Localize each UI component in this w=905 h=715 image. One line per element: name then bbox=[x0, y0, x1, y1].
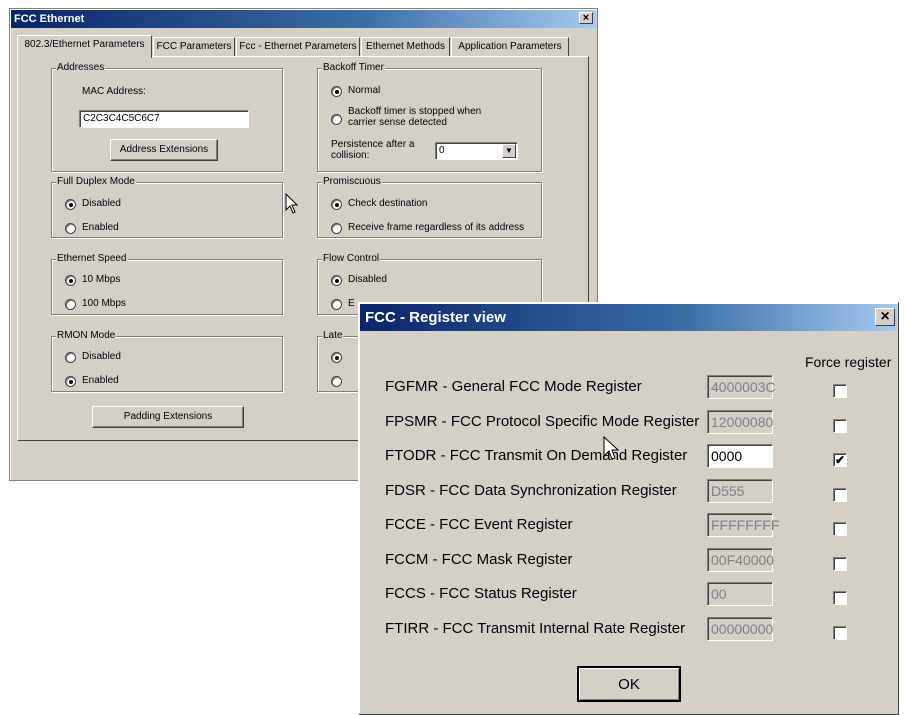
button-label: Address Extensions bbox=[119, 144, 209, 155]
tab-label: Ethernet Methods bbox=[366, 41, 445, 52]
mac-address-label: MAC Address: bbox=[82, 86, 146, 97]
register-label: FCCM - FCC Mask Register bbox=[385, 550, 573, 568]
promiscuous-receive-radio[interactable] bbox=[331, 223, 342, 234]
register-view-dialog: FCC - Register view × Force register FGF… bbox=[358, 302, 899, 715]
backoff-stopped-radio[interactable] bbox=[331, 114, 342, 125]
register-value-field[interactable]: 00 bbox=[707, 582, 773, 606]
tab-application-parameters[interactable]: Application Parameters bbox=[451, 37, 569, 57]
dialog-titlebar: FCC - Register view bbox=[360, 304, 897, 331]
group-label: RMON Mode bbox=[56, 330, 117, 342]
speed-10-radio[interactable] bbox=[65, 275, 76, 286]
register-label: FCCS - FCC Status Register bbox=[385, 585, 577, 602]
register-label: FPSMR - FCC Protocol Specific Mode Regis… bbox=[385, 412, 700, 430]
radio-label: Enabled bbox=[82, 375, 119, 386]
ok-button[interactable]: OK bbox=[577, 666, 681, 702]
force-register-checkbox[interactable] bbox=[833, 591, 847, 605]
register-value-field[interactable]: D555 bbox=[707, 478, 773, 503]
button-label: Padding Extensions bbox=[123, 411, 213, 422]
group-label: Ethernet Speed bbox=[56, 253, 128, 265]
radio-label: 10 Mbps bbox=[82, 274, 121, 285]
radio-label: 100 Mbps bbox=[82, 298, 126, 309]
radio-label: Disabled bbox=[82, 351, 121, 362]
radio-label: Disabled bbox=[82, 198, 121, 209]
group-label: Flow Control bbox=[322, 253, 381, 265]
ethernet-speed-group: Ethernet Speed 10 Mbps 100 Mbps bbox=[51, 253, 283, 315]
backoff-timer-group: Backoff Timer Normal Backoff timer is st… bbox=[317, 62, 542, 172]
persistence-label-line2: collision: bbox=[331, 150, 370, 161]
register-label: FTODR - FCC Transmit On Demand Register bbox=[385, 447, 688, 464]
persistence-select[interactable]: 0 ▼ bbox=[435, 142, 518, 160]
group-label: Addresses bbox=[56, 62, 106, 74]
group-label: Promiscuous bbox=[322, 176, 382, 188]
force-register-checkbox[interactable] bbox=[833, 522, 847, 536]
radio-label-line2: carrier sense detected bbox=[348, 117, 447, 128]
tab-fcc-parameters[interactable]: FCC Parameters bbox=[153, 37, 235, 57]
late-option2-radio[interactable] bbox=[331, 376, 342, 387]
padding-extensions-button[interactable]: Padding Extensions bbox=[92, 406, 244, 428]
group-label: Full Duplex Mode bbox=[56, 176, 136, 188]
force-register-checkbox[interactable] bbox=[833, 625, 847, 640]
tab-ethernet-parameters[interactable]: 802.3/Ethernet Parameters bbox=[17, 35, 152, 58]
full-duplex-group: Full Duplex Mode Disabled Enabled bbox=[51, 176, 283, 238]
register-value-field[interactable]: 00F40000 bbox=[707, 547, 774, 572]
register-value-field[interactable]: 12000080 bbox=[707, 409, 773, 434]
flow-control-enabled-radio[interactable] bbox=[331, 299, 342, 310]
register-label: FGFMR - General FCC Mode Register bbox=[385, 378, 642, 395]
flow-control-disabled-radio[interactable] bbox=[331, 275, 342, 286]
tab-fcc-ethernet-parameters[interactable]: Fcc - Ethernet Parameters bbox=[236, 37, 360, 57]
address-extensions-button[interactable]: Address Extensions bbox=[110, 139, 218, 161]
tab-label: Fcc - Ethernet Parameters bbox=[239, 41, 357, 52]
promiscuous-group: Promiscuous Check destination Receive fr… bbox=[317, 176, 542, 238]
late-option1-radio[interactable] bbox=[331, 352, 342, 363]
group-label: Late bbox=[322, 330, 344, 342]
force-register-checkbox[interactable] bbox=[833, 384, 847, 398]
rmon-enabled-radio[interactable] bbox=[65, 376, 76, 387]
mac-address-input[interactable]: C2C3C4C5C6C7 bbox=[79, 110, 249, 128]
force-register-header: Force register bbox=[805, 354, 892, 370]
radio-label: E bbox=[348, 298, 355, 309]
register-value-field[interactable]: FFFFFFFF bbox=[707, 513, 779, 537]
force-register-checkbox[interactable] bbox=[833, 556, 847, 571]
group-label: Backoff Timer bbox=[322, 62, 385, 74]
radio-label: Receive frame regardless of its address bbox=[348, 222, 525, 233]
close-button[interactable]: × bbox=[579, 12, 593, 24]
close-icon: × bbox=[880, 308, 890, 325]
register-value-field[interactable]: 00000000 bbox=[707, 616, 773, 641]
dialog-title: FCC - Register view bbox=[365, 309, 506, 326]
tab-label: Application Parameters bbox=[458, 41, 562, 52]
full-duplex-enabled-radio[interactable] bbox=[65, 223, 76, 234]
radio-label: Disabled bbox=[348, 274, 387, 285]
speed-100-radio[interactable] bbox=[65, 299, 76, 310]
register-label: FTIRR - FCC Transmit Internal Rate Regis… bbox=[385, 619, 686, 637]
full-duplex-disabled-radio[interactable] bbox=[65, 199, 76, 210]
radio-label: Enabled bbox=[82, 222, 119, 233]
tab-ethernet-methods[interactable]: Ethernet Methods bbox=[361, 37, 450, 57]
select-value: 0 bbox=[439, 145, 445, 156]
window-title: FCC Ethernet bbox=[14, 13, 85, 25]
mouse-cursor-icon bbox=[285, 193, 299, 214]
checkmark-icon: ✔ bbox=[834, 453, 846, 467]
register-label: FDSR - FCC Data Synchronization Register bbox=[385, 481, 677, 499]
button-label: OK bbox=[618, 676, 640, 693]
register-value-field[interactable]: 0000 bbox=[707, 444, 773, 468]
mouse-cursor-icon bbox=[603, 436, 619, 460]
dialog-close-button[interactable]: × bbox=[875, 308, 895, 326]
rmon-disabled-radio[interactable] bbox=[65, 352, 76, 363]
radio-label: Normal bbox=[348, 85, 381, 96]
close-icon: × bbox=[582, 12, 590, 24]
tab-label: FCC Parameters bbox=[156, 41, 232, 52]
addresses-group: Addresses MAC Address: C2C3C4C5C6C7 Addr… bbox=[51, 62, 283, 172]
promiscuous-check-radio[interactable] bbox=[331, 199, 342, 210]
force-register-checkbox[interactable]: ✔ bbox=[833, 453, 847, 467]
register-label: FCCE - FCC Event Register bbox=[385, 516, 573, 533]
register-value-field[interactable]: 4000003C bbox=[707, 375, 776, 399]
window-titlebar: FCC Ethernet bbox=[11, 10, 596, 28]
backoff-normal-radio[interactable] bbox=[331, 86, 342, 97]
chevron-down-icon[interactable]: ▼ bbox=[502, 144, 516, 158]
rmon-mode-group: RMON Mode Disabled Enabled bbox=[51, 330, 283, 392]
tab-label: 802.3/Ethernet Parameters bbox=[24, 39, 145, 50]
radio-label: Check destination bbox=[348, 198, 428, 209]
force-register-checkbox[interactable] bbox=[833, 418, 847, 433]
force-register-checkbox[interactable] bbox=[833, 487, 847, 502]
